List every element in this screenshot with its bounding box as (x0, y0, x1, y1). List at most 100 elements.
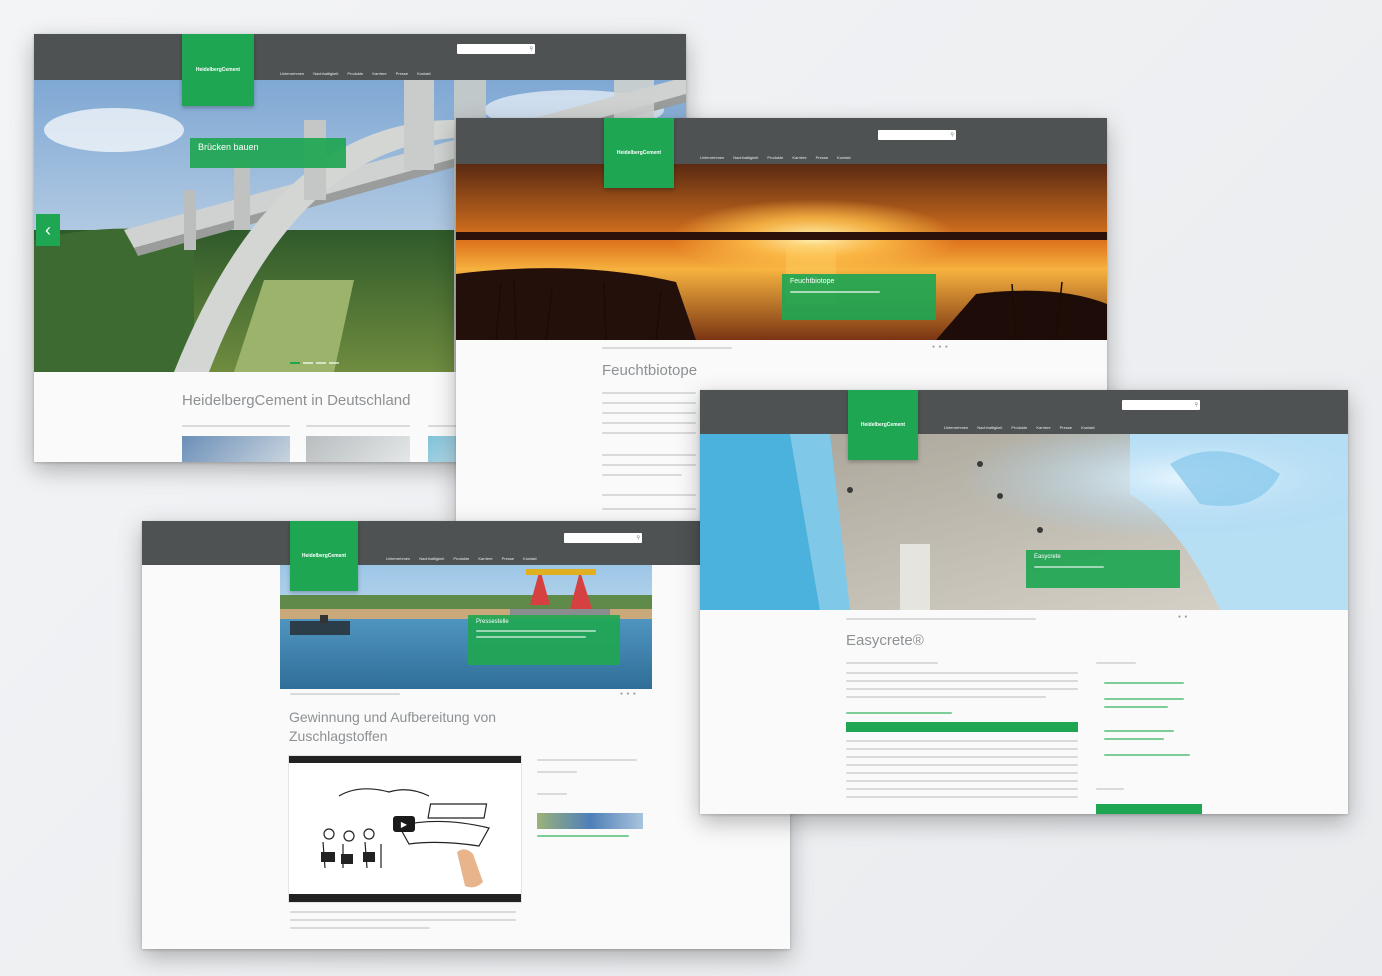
nav-item[interactable]: Presse (502, 556, 514, 561)
nav-item[interactable]: Karriere (478, 556, 492, 561)
caption-text-line (1034, 566, 1104, 568)
sidebar-heading-line (537, 759, 637, 761)
sidebar-thumb[interactable] (537, 813, 643, 829)
body-text-line (602, 464, 696, 466)
sidebar-heading-line (1096, 788, 1124, 790)
body-text-line (602, 432, 696, 434)
nav-item[interactable]: Kontakt (1081, 425, 1095, 430)
page-title-line1: Gewinnung und Aufbereitung von (289, 709, 497, 725)
search-input[interactable]: ⚲ (1122, 400, 1200, 410)
hero-caption-title: Feuchtbiotope (790, 278, 835, 285)
nav-item[interactable]: Kontakt (523, 556, 537, 561)
slide-dot[interactable] (290, 362, 300, 364)
nav-item[interactable]: Karriere (372, 71, 386, 76)
nav-item[interactable]: Unternehmen (280, 71, 304, 76)
sidebar-link[interactable] (1104, 698, 1184, 700)
body-text-line (290, 919, 516, 921)
nav-item[interactable]: Produkte (347, 71, 363, 76)
breadcrumb-line (846, 618, 1036, 620)
hero-caption: Feuchtbiotope (782, 274, 936, 320)
sidebar-link[interactable] (1104, 682, 1184, 684)
prev-slide-button[interactable]: ‹ (36, 214, 60, 246)
logo-label: HeidelbergCement (301, 553, 347, 559)
nav-item[interactable]: Produkte (1011, 425, 1027, 430)
slide-dot[interactable] (329, 362, 339, 364)
brand-logo[interactable]: HeidelbergCement (848, 390, 918, 460)
nav-item[interactable]: Karriere (1036, 425, 1050, 430)
nav-item[interactable]: Produkte (767, 155, 783, 160)
brand-logo[interactable]: HeidelbergCement (604, 118, 674, 188)
page-title: Easycrete® (846, 632, 924, 649)
search-input[interactable]: ⚲ (878, 130, 956, 140)
table-row (846, 748, 1078, 750)
brand-logo[interactable]: HeidelbergCement (182, 34, 254, 106)
nav-item[interactable]: Presse (1060, 425, 1072, 430)
table-row (846, 780, 1078, 782)
body-text-line (846, 672, 1078, 674)
teaser-thumb[interactable] (182, 436, 290, 462)
hero-caption: Pressestelle (468, 615, 620, 665)
search-icon[interactable]: ⚲ (1194, 402, 1198, 408)
body-text-line (846, 680, 1078, 682)
main-nav: Unternehmen Nachhaltigkeit Produkte Karr… (280, 71, 431, 76)
caption-text-line (790, 291, 880, 293)
hero-image-interior (700, 434, 1348, 610)
body-text-line (602, 508, 696, 510)
table-row (846, 756, 1078, 758)
sidebar-link[interactable] (1104, 754, 1190, 756)
body-text-line (846, 696, 1046, 698)
body-text-line (290, 927, 430, 929)
nav-item[interactable]: Presse (396, 71, 408, 76)
play-button[interactable]: ▶ (393, 816, 415, 832)
search-icon[interactable]: ⚲ (950, 132, 954, 138)
nav-item[interactable]: Nachhaltigkeit (419, 556, 444, 561)
data-table-header (846, 722, 1078, 732)
brand-logo[interactable]: HeidelbergCement (290, 521, 358, 591)
video-player[interactable]: ▶ (288, 755, 522, 903)
caption-text-line (476, 636, 586, 638)
sidebar-link[interactable] (1104, 706, 1168, 708)
body-text-line (602, 402, 696, 404)
nav-item[interactable]: Nachhaltigkeit (313, 71, 338, 76)
play-icon: ▶ (400, 819, 408, 829)
nav-item[interactable]: Nachhaltigkeit (977, 425, 1002, 430)
nav-item[interactable]: Kontakt (837, 155, 851, 160)
slide-indicator (290, 362, 339, 364)
main-nav: Unternehmen Nachhaltigkeit Produkte Karr… (700, 155, 851, 160)
nav-item[interactable]: Unternehmen (386, 556, 410, 561)
sidebar-green-button[interactable] (1096, 804, 1202, 814)
slide-dot[interactable] (303, 362, 313, 364)
nav-item[interactable]: Unternehmen (944, 425, 968, 430)
share-icons[interactable]: ● ● ● (620, 691, 637, 697)
slide-dot[interactable] (316, 362, 326, 364)
caption-text-line (476, 630, 596, 632)
teaser-label-line (306, 425, 410, 427)
share-icons[interactable]: ● ● (1178, 614, 1188, 620)
nav-item[interactable]: Unternehmen (700, 155, 724, 160)
nav-item[interactable]: Kontakt (417, 71, 431, 76)
search-icon[interactable]: ⚲ (636, 535, 640, 541)
nav-item[interactable]: Produkte (453, 556, 469, 561)
table-row (846, 788, 1078, 790)
page-title-line2: Zuschlagstoffen (289, 728, 388, 744)
subheading-line (846, 662, 938, 664)
search-input[interactable]: ⚲ (564, 533, 642, 543)
main-nav: Unternehmen Nachhaltigkeit Produkte Karr… (944, 425, 1095, 430)
body-text-line (602, 392, 696, 394)
sidebar-link-line[interactable] (537, 835, 629, 837)
nav-item[interactable]: Presse (816, 155, 828, 160)
nav-item[interactable]: Nachhaltigkeit (733, 155, 758, 160)
sidebar-text-line (537, 793, 567, 795)
hero-caption: Easycrete (1026, 550, 1180, 588)
search-icon[interactable]: ⚲ (529, 46, 533, 52)
teaser-thumb[interactable] (306, 436, 410, 462)
share-icons[interactable]: ● ● ● (932, 344, 949, 350)
sidebar-link[interactable] (1104, 738, 1164, 740)
logo-label: HeidelbergCement (860, 422, 906, 428)
search-input[interactable]: ⚲ (457, 44, 535, 54)
breadcrumb-line (602, 347, 732, 349)
nav-item[interactable]: Karriere (792, 155, 806, 160)
sidebar-link[interactable] (1104, 730, 1174, 732)
video-controls[interactable] (289, 894, 521, 902)
hero-caption-title: Brücken bauen (198, 142, 259, 152)
